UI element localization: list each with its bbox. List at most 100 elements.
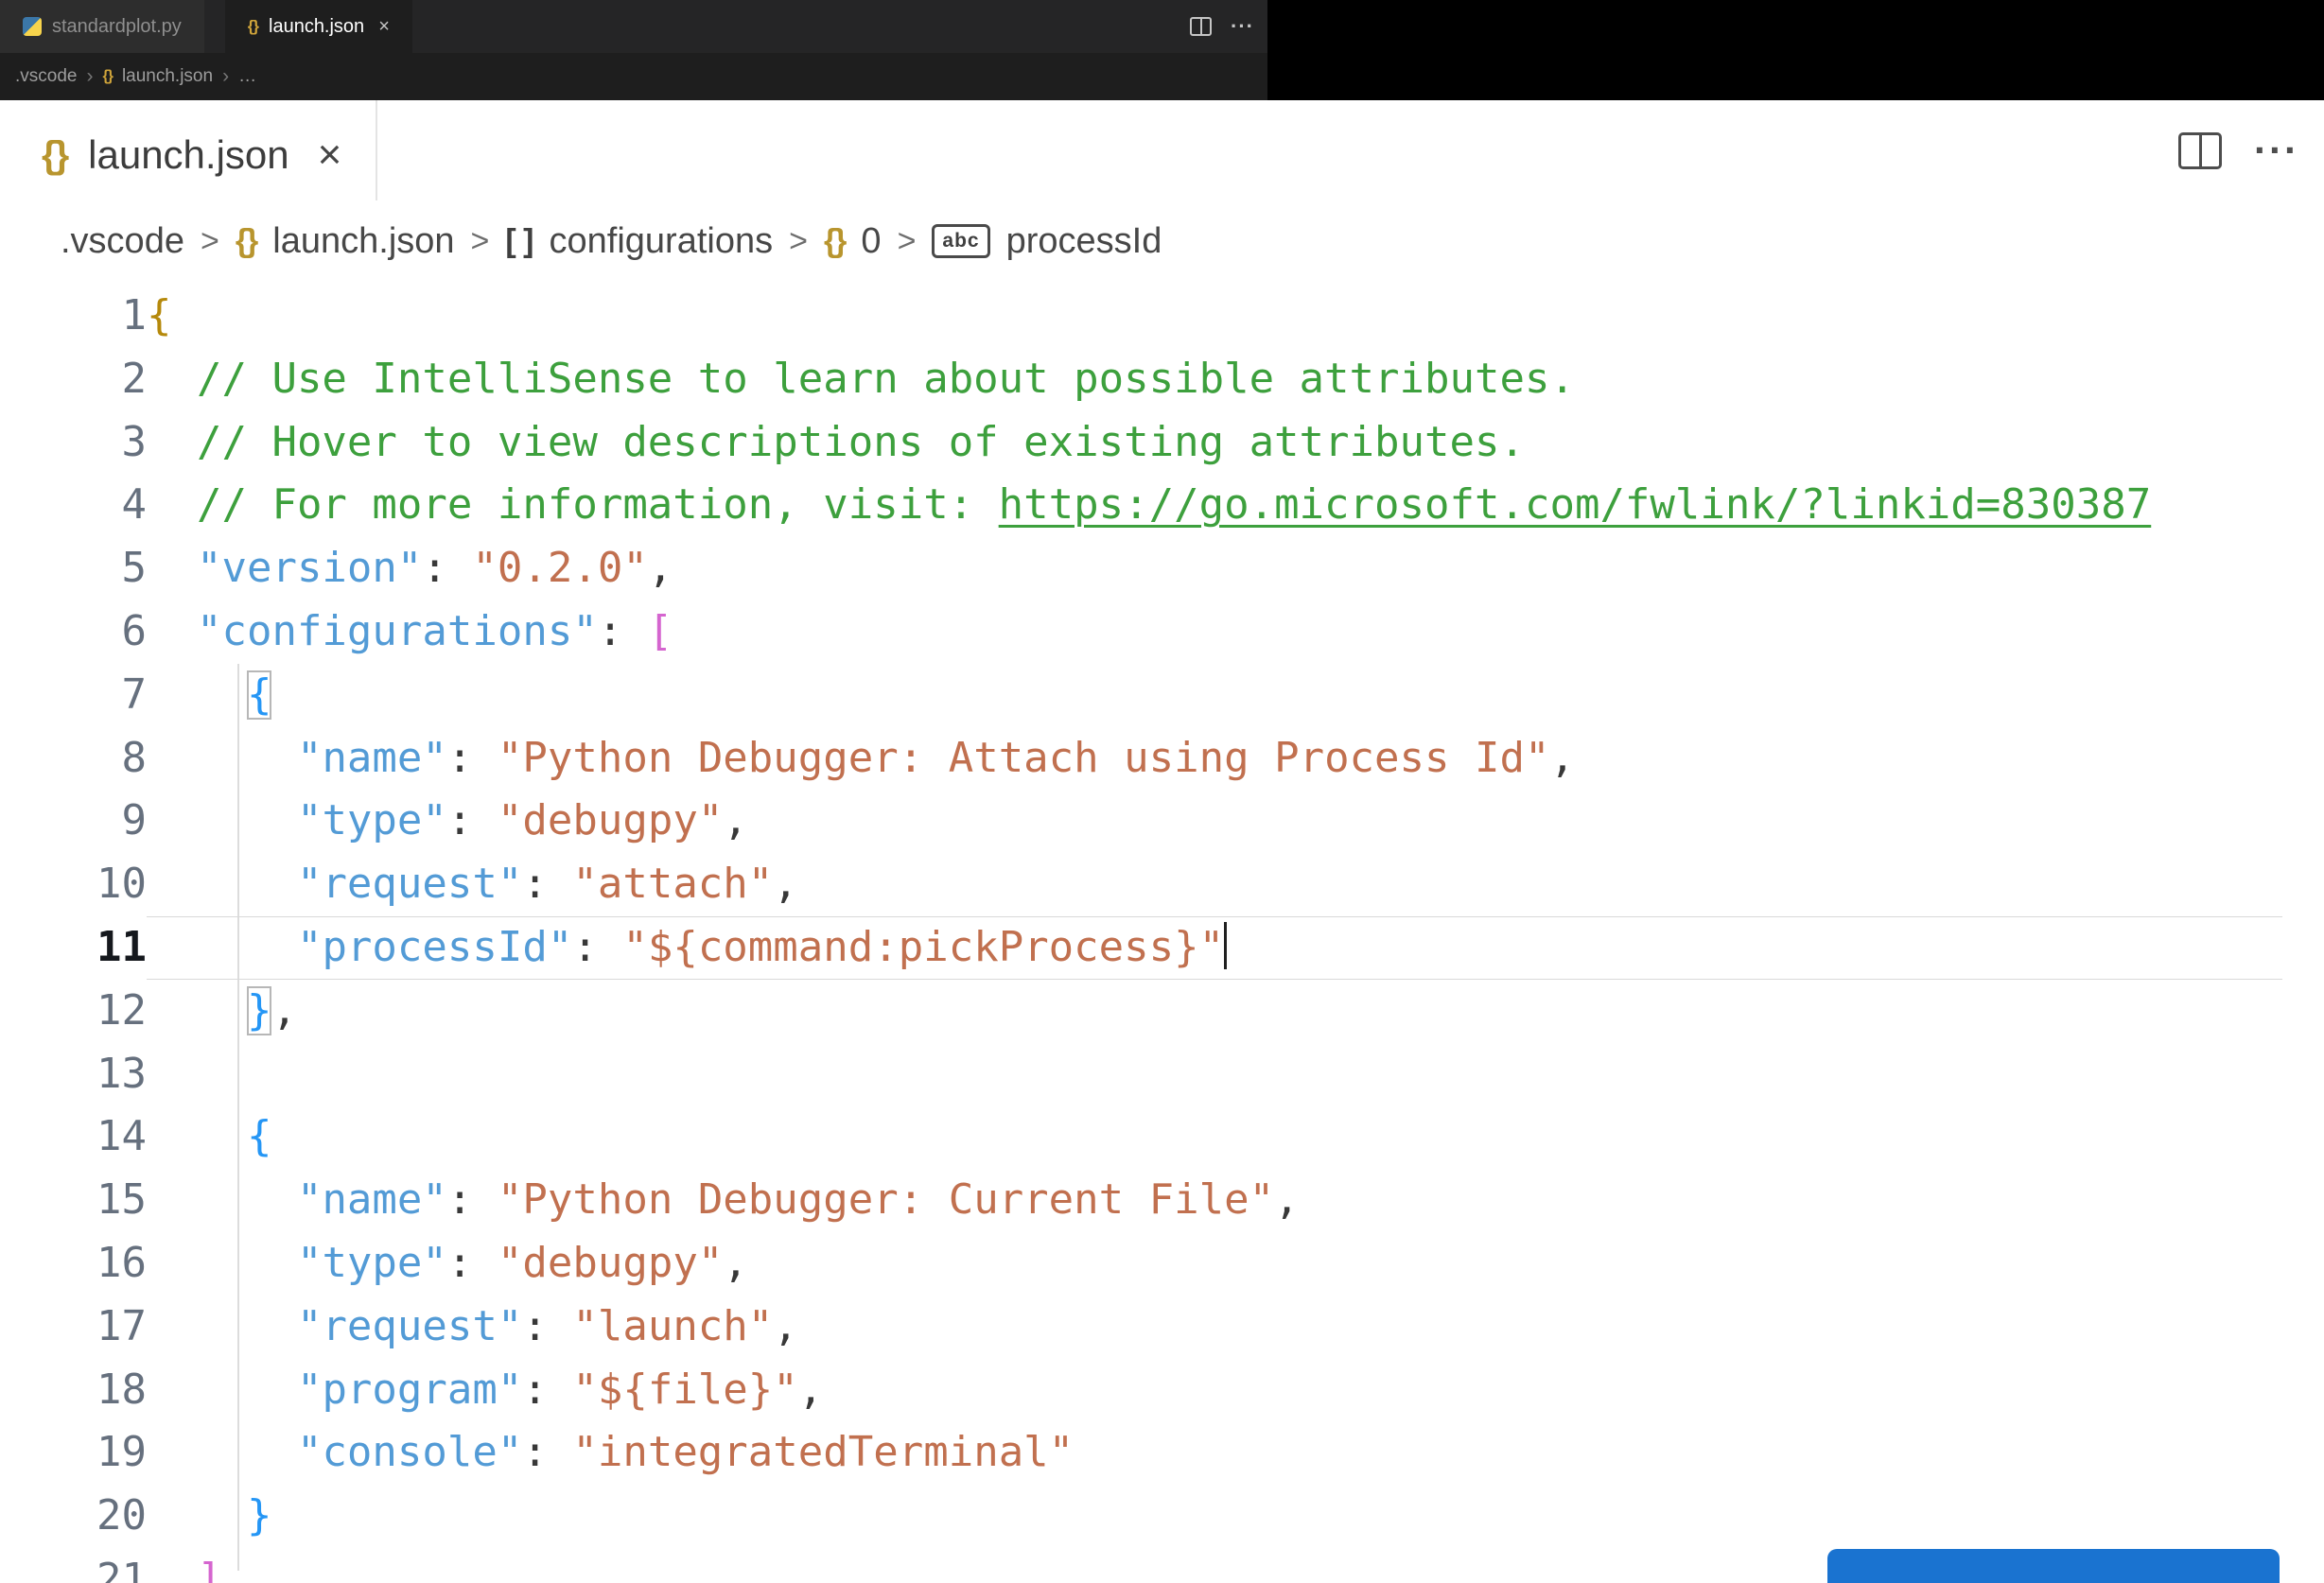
code-line[interactable]: 20 } [0,1485,2324,1548]
code-text: "version": "0.2.0", [147,537,2282,600]
more-actions-icon[interactable]: ··· [2254,130,2299,170]
line-number: 16 [96,1238,147,1287]
token: , [773,860,798,909]
token: , [647,544,673,593]
split-editor-icon[interactable] [2178,131,2223,169]
token: : [446,796,498,845]
chevron-right-icon: › [86,65,94,87]
line-number: 1 [121,291,148,339]
editor-actions: ··· [1190,0,1267,53]
json-braces-icon: {} [823,222,847,259]
chevron-right-icon: > [200,222,219,259]
close-icon[interactable]: × [378,16,390,38]
breadcrumb-item-configurations[interactable]: configurations [550,221,774,262]
token: : [422,544,473,593]
code-line[interactable]: 1{ [0,285,2324,348]
line-number: 4 [121,480,148,530]
token: "program" [296,1365,523,1414]
token: "processId" [296,922,573,971]
token: , [773,1301,798,1350]
line-number: 11 [96,922,147,971]
code-line[interactable]: 17 "request": "launch", [0,1296,2324,1359]
token: "version" [196,544,423,593]
tab-launch-json[interactable]: {} launch.json × [0,100,378,200]
code-line[interactable]: 19 "console": "integratedTerminal" [0,1421,2324,1485]
code-text: { [147,664,2282,727]
breadcrumb-item-processid[interactable]: processId [1006,221,1162,262]
code-line[interactable]: 8 "name": "Python Debugger: Attach using… [0,727,2324,791]
breadcrumb-item-vscode[interactable]: .vscode [61,221,184,262]
line-number: 12 [96,985,147,1035]
token: } [246,1491,272,1540]
token: "request" [296,1301,523,1350]
code-text: "console": "integratedTerminal" [147,1421,2282,1485]
code-text: "processId": "${command:pickProcess}" [147,916,2282,980]
code-text: "type": "debugpy", [147,790,2282,853]
array-icon: [ ] [505,222,533,259]
code-text: // For more information, visit: https://… [147,474,2282,537]
tab-standardplot-py[interactable]: standardplot.py [0,0,204,53]
token: , [723,796,748,845]
close-icon[interactable]: × [318,134,342,176]
breadcrumb-bar: .vscode > {} launch.json > [ ] configura… [0,200,2324,282]
token: { [246,670,272,719]
token: "Python Debugger: Current File" [497,1175,1275,1225]
token: } [246,985,272,1035]
code-line[interactable]: 18 "program": "${file}", [0,1359,2324,1422]
code-line[interactable]: 10 "request": "attach", [0,853,2324,916]
json-braces-icon: {} [102,68,113,84]
line-number: 17 [96,1301,147,1350]
breadcrumb-item-file[interactable]: launch.json [272,221,454,262]
code-line[interactable]: 5 "version": "0.2.0", [0,537,2324,600]
code-text: "type": "debugpy", [147,1232,2282,1296]
code-line[interactable]: 9 "type": "debugpy", [0,790,2324,853]
token: : [597,606,648,655]
line-number: 14 [96,1112,147,1161]
breadcrumb-file[interactable]: launch.json [122,66,213,87]
token: , [271,985,297,1035]
code-text: "request": "attach", [147,853,2282,916]
code-text: "name": "Python Debugger: Current File", [147,1169,2282,1232]
token: "launch" [572,1301,774,1350]
code-line[interactable]: 14 { [0,1105,2324,1169]
line-number: 20 [96,1491,147,1540]
breadcrumb-item-index[interactable]: 0 [861,221,881,262]
token: "0.2.0" [472,544,648,593]
line-number: 5 [121,544,148,593]
breadcrumb-folder[interactable]: .vscode [15,66,77,87]
line-number: 9 [121,796,148,845]
tab-launch-json[interactable]: {} launch.json × [224,0,412,53]
code-line[interactable]: 4 // For more information, visit: https:… [0,474,2324,537]
zoomed-editor: {} launch.json × ··· .vscode > {} launch… [0,100,2324,1583]
code-line[interactable]: 16 "type": "debugpy", [0,1232,2324,1296]
token: : [522,1428,573,1477]
code-text: "request": "launch", [147,1296,2282,1359]
chevron-right-icon: › [222,65,230,87]
text-cursor [1224,921,1228,969]
breadcrumb-more[interactable]: … [238,66,256,87]
add-configuration-button[interactable] [1827,1549,2280,1583]
code-line[interactable]: 11 "processId": "${command:pickProcess}" [0,916,2324,980]
code-line[interactable]: 12 }, [0,980,2324,1043]
tab-label: launch.json [269,15,365,37]
code-line[interactable]: 3 // Hover to view descriptions of exist… [0,411,2324,475]
code-line[interactable]: 7 { [0,664,2324,727]
code-line[interactable]: 13 [0,1043,2324,1106]
code-line[interactable]: 2 // Use IntelliSense to learn about pos… [0,348,2324,411]
split-editor-icon[interactable] [1190,17,1213,36]
token: "request" [296,860,523,909]
line-number: 19 [96,1428,147,1477]
more-actions-icon[interactable]: ··· [1231,16,1254,37]
token: "attach" [572,860,774,909]
token: , [1274,1175,1300,1225]
code-line[interactable]: 6 "configurations": [ [0,600,2324,664]
code-line[interactable]: 15 "name": "Python Debugger: Current Fil… [0,1169,2324,1232]
token: : [522,1301,573,1350]
